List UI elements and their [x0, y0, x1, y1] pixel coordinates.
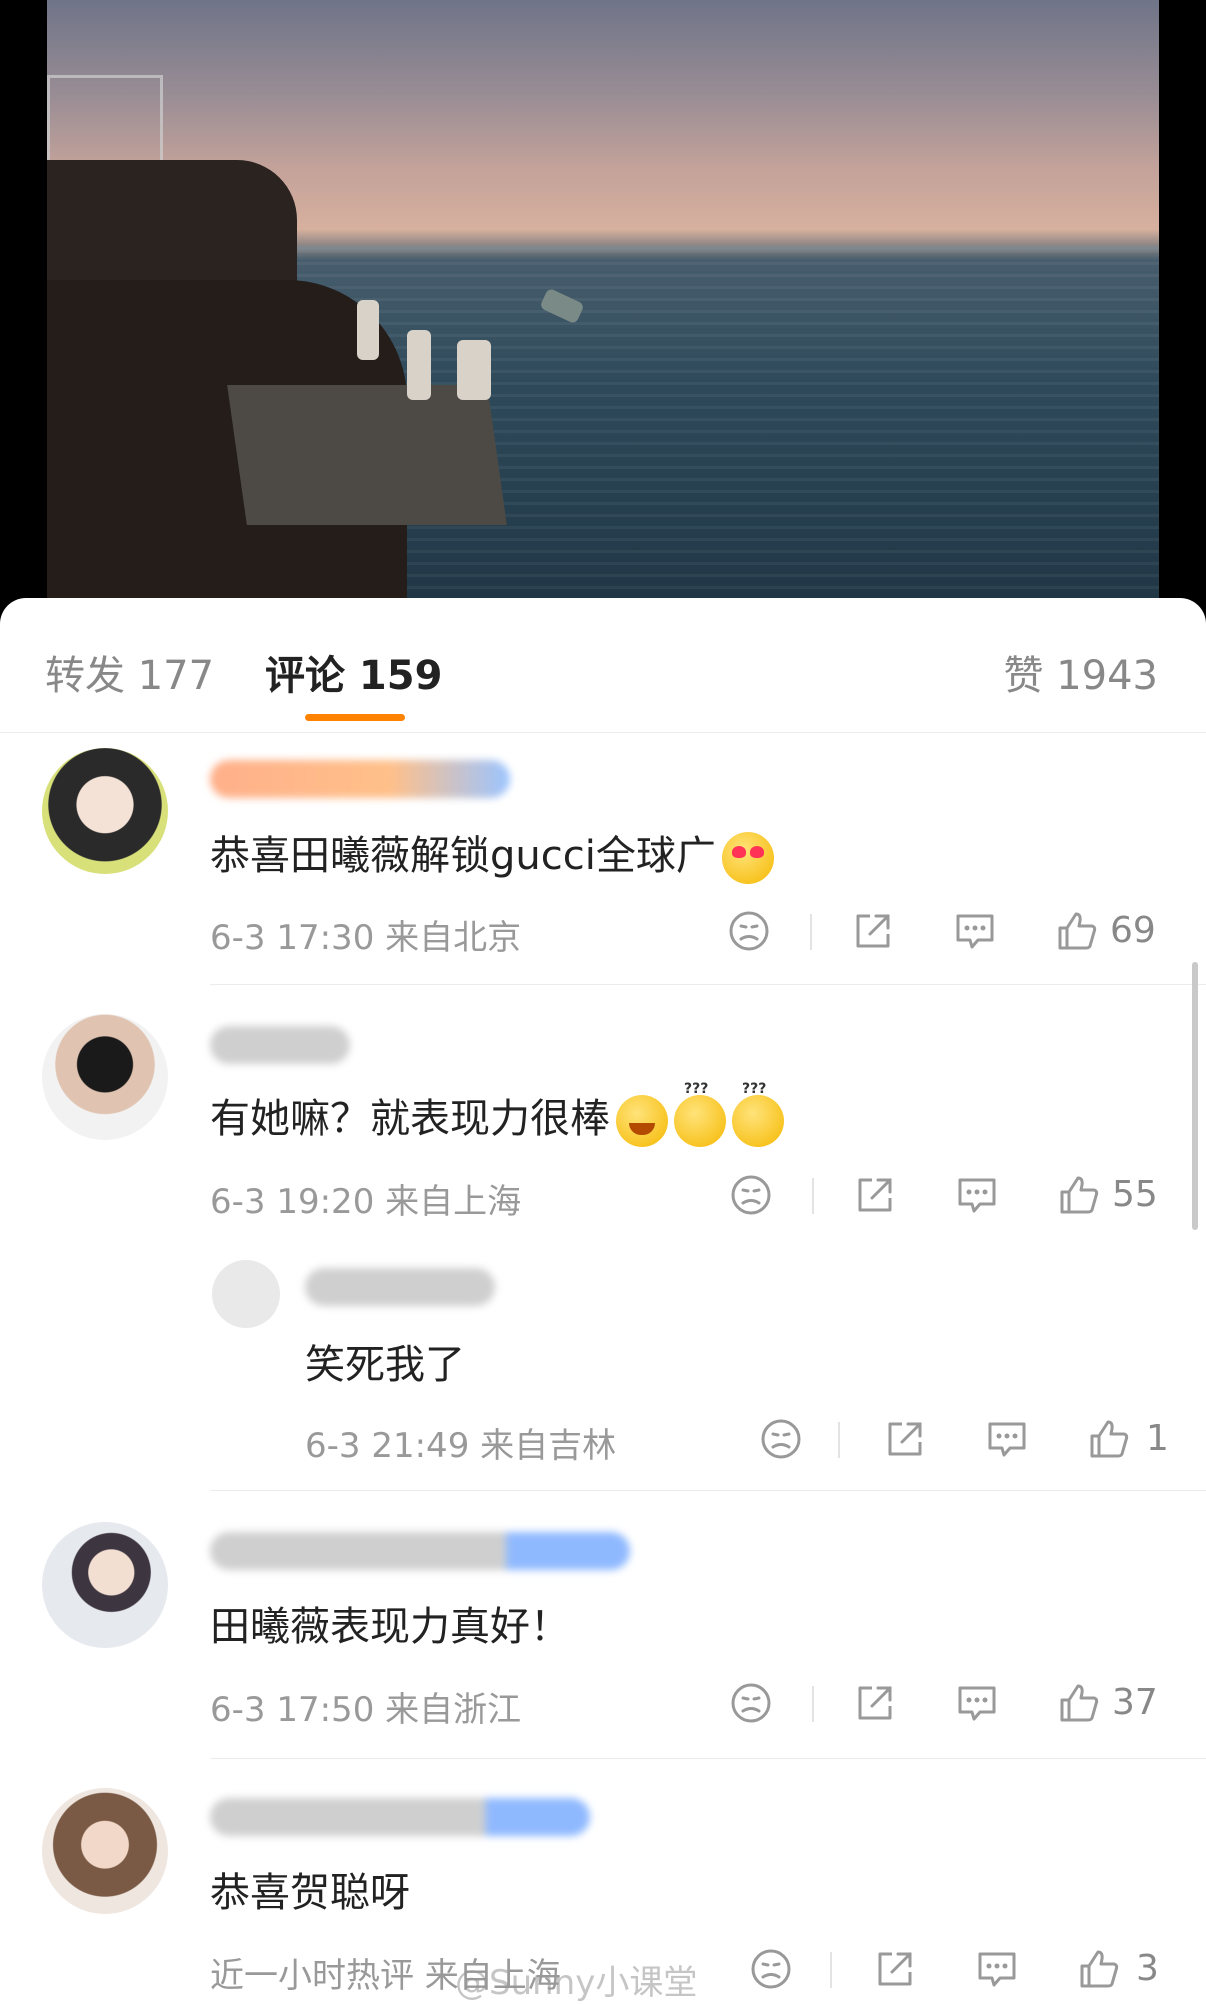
comment-actions: 69 [720, 908, 1160, 958]
separator [838, 1422, 840, 1458]
tab-comment[interactable]: 评论 159 [265, 643, 442, 701]
separator [812, 1686, 814, 1722]
comment-text: 恭喜田曦薇解锁gucci全球广 [210, 823, 774, 884]
comment-actions: 55 [722, 1172, 1162, 1222]
username-blurred[interactable] [210, 1026, 350, 1064]
reply-avatar[interactable] [212, 1260, 280, 1328]
like-icon[interactable] [1076, 1946, 1122, 1992]
dislike-icon[interactable] [728, 1680, 774, 1726]
watermark: @Sunny小课堂 [455, 1963, 698, 2003]
tab-bar: 转发 177 评论 159 赞 1943 [0, 598, 1206, 733]
like-count: 37 [1112, 1682, 1158, 1723]
comment-actions: 3 [742, 1946, 1162, 1996]
share-icon[interactable] [852, 1680, 898, 1726]
dislike-icon[interactable] [758, 1416, 804, 1462]
separator [830, 1952, 832, 1988]
post-image[interactable] [47, 0, 1159, 620]
reply-icon[interactable] [954, 1172, 1000, 1218]
reply-meta: 6-3 21:49 来自吉林 [305, 1426, 617, 1466]
dislike-icon[interactable] [726, 908, 772, 954]
pier [227, 385, 507, 525]
tab-like[interactable]: 赞 1943 [1003, 643, 1158, 701]
username-blurred[interactable] [210, 760, 510, 798]
avatar[interactable] [42, 1788, 168, 1914]
share-icon[interactable] [852, 1172, 898, 1218]
comment-actions: 37 [722, 1680, 1162, 1730]
reply-icon[interactable] [952, 908, 998, 954]
reply-icon[interactable] [984, 1416, 1030, 1462]
comment-sheet: 转发 177 评论 159 赞 1943 恭喜田曦薇解锁gucci全球广 6-3… [0, 598, 1206, 2005]
tab-repost[interactable]: 转发 177 [45, 643, 214, 701]
reply-text: 笑死我了 [305, 1342, 465, 1388]
comment-meta: 6-3 19:20 来自上海 [210, 1182, 522, 1222]
avatar[interactable] [42, 1522, 168, 1648]
avatar[interactable] [42, 1014, 168, 1140]
tab-active-indicator [305, 714, 405, 721]
like-icon[interactable] [1054, 908, 1100, 954]
comment-text: 田曦薇表现力真好！ [210, 1604, 570, 1650]
heart-eyes-emoji [721, 832, 774, 884]
separator [810, 914, 812, 950]
like-icon[interactable] [1056, 1680, 1102, 1726]
person-standing [407, 330, 431, 400]
confused-emoji [732, 1081, 784, 1147]
like-count: 55 [1112, 1174, 1158, 1215]
username-blurred[interactable] [210, 1798, 590, 1836]
share-icon[interactable] [850, 908, 896, 954]
laugh-cry-emoji [616, 1095, 668, 1147]
scrollbar[interactable] [1192, 962, 1198, 1230]
dislike-icon[interactable] [748, 1946, 794, 1992]
reply-username-blurred[interactable] [305, 1268, 495, 1306]
divider [210, 984, 1206, 985]
share-icon[interactable] [882, 1416, 928, 1462]
like-count: 3 [1136, 1948, 1159, 1989]
comment-meta: 6-3 17:50 来自浙江 [210, 1690, 522, 1730]
username-blurred[interactable] [210, 1532, 630, 1570]
like-icon[interactable] [1086, 1416, 1132, 1462]
divider [210, 1758, 1206, 1759]
comment-meta: 6-3 17:30 来自北京 [210, 918, 522, 958]
like-count: 69 [1110, 910, 1156, 951]
divider [210, 1490, 1206, 1491]
person-chair [457, 340, 491, 400]
like-icon[interactable] [1056, 1172, 1102, 1218]
separator [812, 1178, 814, 1214]
reply-icon[interactable] [974, 1946, 1020, 1992]
comment-text: 有她嘛？就表现力很棒 [210, 1081, 784, 1147]
dislike-icon[interactable] [728, 1172, 774, 1218]
reply-actions: 1 [752, 1416, 1172, 1466]
reply-icon[interactable] [954, 1680, 1000, 1726]
avatar[interactable] [42, 748, 168, 874]
share-icon[interactable] [872, 1946, 918, 1992]
comment-text: 恭喜贺聪呀 [210, 1870, 410, 1916]
like-count: 1 [1146, 1418, 1169, 1459]
person-sitting [357, 300, 379, 360]
confused-emoji [674, 1081, 726, 1147]
